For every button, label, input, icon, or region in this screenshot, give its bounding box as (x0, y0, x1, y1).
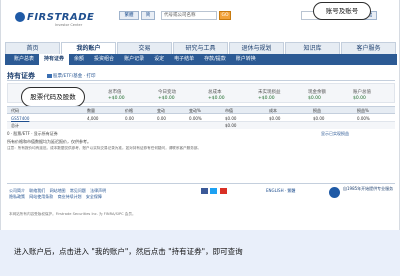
since-badge: 自1985年开始提供专业服务 (343, 186, 394, 191)
cell-price: 0.00 (125, 116, 134, 121)
social-icons (201, 188, 228, 194)
subnav-settings[interactable]: 设定 (149, 54, 169, 65)
language-simplified-button[interactable]: 简 (141, 11, 155, 20)
footer-link[interactable]: 商业持续计划 (58, 194, 82, 199)
footer-links: 公司简介 联络我们 网站地图 常见问题 法律声明 隐私政策 网站使用条款 商业持… (9, 188, 269, 200)
nav-tab-customer-service[interactable]: 客户服务 (341, 42, 396, 54)
table-footer-info[interactable]: 0 · 股票/ETF · 显示所有证券 (7, 131, 58, 137)
twitter-icon[interactable] (210, 188, 218, 194)
footer-language-links[interactable]: ENGLISH · 繁體 (266, 188, 295, 194)
cell-market-value: $0.00 (225, 116, 237, 121)
callout-account-label: 账号及账号 (313, 2, 371, 20)
cell-pl: $0.00 (313, 116, 325, 121)
table-total-row: 总计 $0.00 (7, 122, 395, 129)
cell-change-pct: 0.00% (189, 116, 202, 121)
summary-label: 总市值 (108, 90, 122, 95)
summary-value: +$0.00 (258, 96, 275, 101)
summary-value: +$0.00 (108, 96, 125, 101)
instruction-text: 进入账户后，点击进入 "我的账户"，然后点击 "持有证券"，即可查询 (14, 247, 243, 256)
cell-qty: 4,000 (87, 116, 99, 121)
title-links-text[interactable]: 股票/ETF/基金 · 打印 (53, 74, 96, 79)
footer-link[interactable]: 公司简介 (9, 188, 25, 193)
nav-tab-my-account[interactable]: 我的账户 (61, 42, 116, 54)
nav-tab-trade[interactable]: 交易 (117, 42, 172, 54)
subnav-portfolio[interactable]: 投资组合 (89, 54, 119, 65)
title-links: 股票/ETF/基金 · 打印 (47, 73, 96, 79)
subnav-transfer[interactable]: 账户转换 (231, 54, 261, 65)
table-row: GS57400 4,000 0.00 0.00 0.00% $0.00 $0.0… (7, 114, 395, 122)
summary-label: 账户总值 (353, 90, 371, 95)
quote-go-button[interactable]: GO (219, 11, 231, 20)
language-traditional-button[interactable]: 繁體 (119, 11, 139, 20)
footer-link[interactable]: 安全保障 (86, 194, 102, 199)
footer-link[interactable]: 隐私政策 (9, 194, 25, 199)
nav-tab-home[interactable]: 首页 (5, 42, 60, 54)
browser-page: FIRSTRADE Investor Center 繁體 简 代号或公司名称 G… (0, 0, 400, 230)
facebook-icon[interactable] (201, 188, 208, 194)
footer-link[interactable]: 网站使用条款 (29, 194, 53, 199)
disclaimer: 注意：所有报价均有延迟。成本数据仅供参考，账户以实际交易记录为准。如对持有证券有… (7, 146, 202, 150)
footer-link[interactable]: 网站地图 (50, 188, 66, 193)
summary-value: $0.00 (308, 96, 321, 101)
footer-divider (7, 183, 395, 184)
nav-tab-knowledge[interactable]: 知识库 (285, 42, 340, 54)
sub-nav: 账户总表 持有证券 余额 投资组合 账户记录 设定 电子结单 存款/提款 账户转… (5, 54, 397, 65)
copyright-text: 本网站所有内容受版权保护。Firstrade Securities Inc. 为… (9, 212, 136, 216)
show-realized-link[interactable]: 显示已实现损益 (321, 131, 349, 137)
summary-label: 总成本 (208, 90, 222, 95)
divider (7, 80, 395, 81)
summary-value: $0.00 (353, 96, 366, 101)
footer-link[interactable]: 常见问题 (70, 188, 86, 193)
youtube-icon[interactable] (219, 188, 227, 194)
cell-change: 0.00 (157, 116, 166, 121)
subnav-estatements[interactable]: 电子结单 (169, 54, 199, 65)
quote-search-input[interactable]: 代号或公司名称 (161, 11, 217, 20)
nav-tab-retirement[interactable]: 退休与规划 (229, 42, 284, 54)
price-note: 所有价格和市值数据均为延迟报价，仅供参考。 (7, 139, 91, 144)
total-label: 总计 (11, 123, 19, 128)
subnav-balances[interactable]: 余额 (69, 54, 89, 65)
summary-label: 今日变动 (158, 90, 176, 95)
cell-pl-pct: 0.00% (357, 116, 370, 121)
callout-symbol-qty: 股票代码及股数 (21, 87, 85, 107)
summary-value: +$0.00 (158, 96, 175, 101)
subnav-account-summary[interactable]: 账户总表 (9, 54, 39, 65)
summary-label: 现金余额 (308, 90, 326, 95)
logo-text: FIRSTRADE (27, 12, 95, 23)
summary-value: +$0.00 (208, 96, 225, 101)
footer-link[interactable]: 法律声明 (90, 188, 106, 193)
instruction-panel: 进入账户后，点击进入 "我的账户"，然后点击 "持有证券"，即可查询 (0, 230, 400, 276)
logo-mark-icon (15, 12, 25, 22)
cell-cost: $0.00 (269, 116, 281, 121)
print-icon (47, 73, 52, 78)
positions-table-header: 代码 数量 价格 变动 变动% 市值 成本 损益 损益% (7, 106, 395, 114)
symbol-link[interactable]: GS57400 (11, 116, 29, 121)
summary-label: 未实现损益 (258, 90, 281, 95)
subnav-history[interactable]: 账户记录 (119, 54, 149, 65)
footer-link[interactable]: 联络我们 (29, 188, 45, 193)
main-nav: 首页 我的账户 交易 研究与工具 退休与规划 知识库 客户服务 (5, 42, 397, 54)
nav-tab-research[interactable]: 研究与工具 (173, 42, 228, 54)
subnav-deposit-withdraw[interactable]: 存款/提款 (199, 54, 231, 65)
subnav-positions[interactable]: 持有证券 (39, 54, 70, 65)
total-value: $0.00 (225, 123, 237, 128)
logo-subtitle: Investor Center (55, 23, 83, 27)
